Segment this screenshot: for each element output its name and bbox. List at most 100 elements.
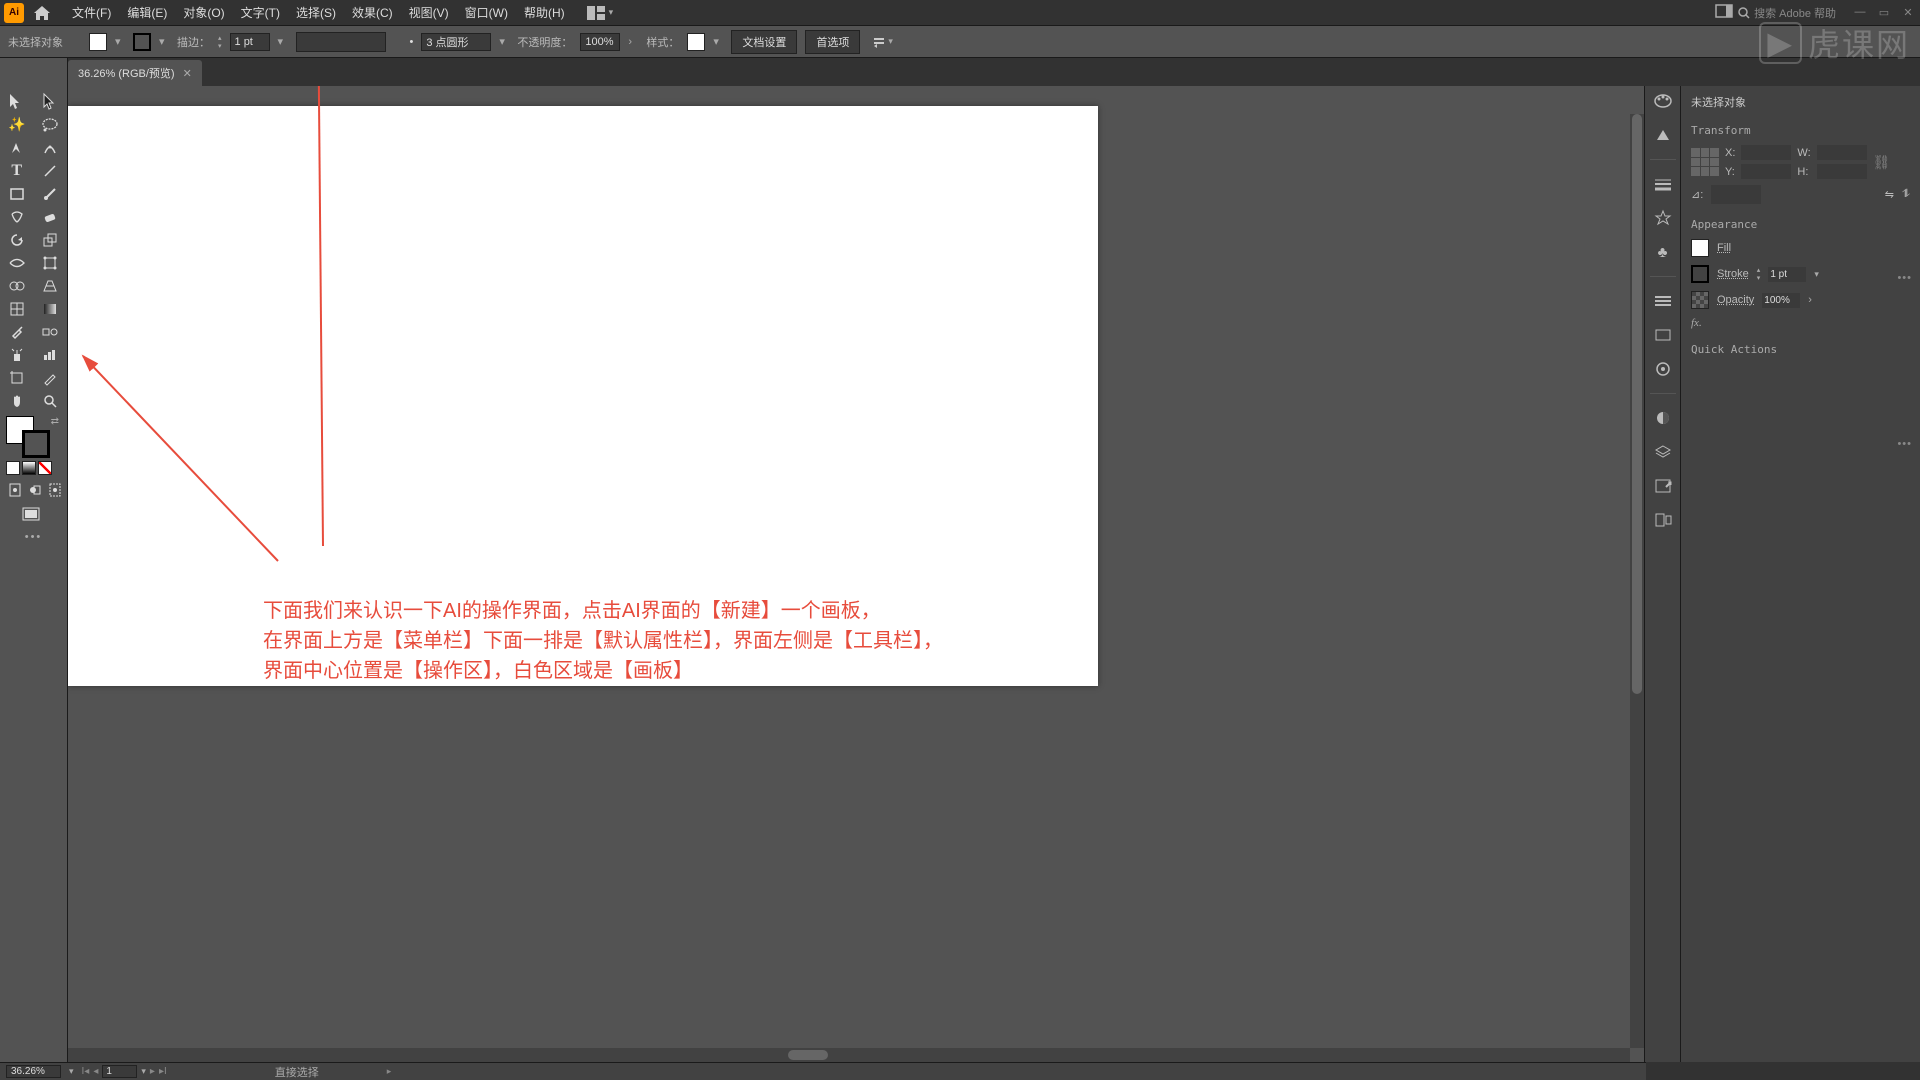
appearance-panel-icon[interactable] bbox=[1650, 356, 1676, 382]
flip-h-icon[interactable]: ⇋ bbox=[1885, 188, 1894, 201]
artboard-dropdown[interactable]: ▾ bbox=[141, 1066, 146, 1077]
maximize-button[interactable]: ▭ bbox=[1876, 6, 1892, 19]
style-dropdown[interactable]: ▾ bbox=[713, 35, 723, 48]
menu-edit[interactable]: 编辑(E) bbox=[119, 0, 175, 25]
draw-inside-icon[interactable] bbox=[49, 481, 61, 499]
stroke-input[interactable] bbox=[230, 33, 270, 51]
menu-type[interactable]: 文字(T) bbox=[233, 0, 288, 25]
stroke-dropdown[interactable]: ▾ bbox=[159, 35, 169, 48]
gradient-chip[interactable] bbox=[22, 461, 36, 475]
appearance-stroke-swatch[interactable] bbox=[1691, 265, 1709, 283]
search-help[interactable]: 搜索 Adobe 帮助 bbox=[1738, 5, 1836, 21]
color-chip[interactable] bbox=[6, 461, 20, 475]
artboard[interactable]: 下面我们来认识一下AI的操作界面，点击AI界面的【新建】一个画板， 在界面上方是… bbox=[68, 106, 1098, 686]
scrollbar-vertical[interactable] bbox=[1630, 114, 1644, 1048]
eyedropper-tool-icon[interactable] bbox=[3, 320, 31, 343]
prefs-button[interactable]: 首选项 bbox=[805, 30, 860, 54]
minimize-button[interactable]: — bbox=[1852, 6, 1868, 19]
artboard-tool-icon[interactable] bbox=[3, 366, 31, 389]
draw-normal-icon[interactable] bbox=[9, 481, 21, 499]
direct-selection-tool-icon[interactable] bbox=[37, 90, 65, 113]
w-input[interactable] bbox=[1817, 145, 1867, 160]
appearance-more-icon[interactable]: ••• bbox=[1897, 438, 1912, 450]
brush-dropdown[interactable]: ▾ bbox=[499, 35, 509, 48]
brushes-panel-icon[interactable]: ♣ bbox=[1650, 239, 1676, 265]
menu-object[interactable]: 对象(O) bbox=[175, 0, 232, 25]
slice-tool-icon[interactable] bbox=[37, 366, 65, 389]
nav-prev-icon[interactable]: ◂ bbox=[93, 1066, 98, 1077]
menu-window[interactable]: 窗口(W) bbox=[457, 0, 516, 25]
align-panel-icon[interactable] bbox=[1650, 288, 1676, 314]
scale-tool-icon[interactable] bbox=[37, 228, 65, 251]
status-expand-icon[interactable]: ▸ bbox=[387, 1066, 392, 1077]
y-input[interactable] bbox=[1741, 164, 1791, 179]
draw-behind-icon[interactable] bbox=[29, 481, 41, 499]
swatches-panel-icon[interactable] bbox=[1650, 122, 1676, 148]
free-transform-tool-icon[interactable] bbox=[37, 251, 65, 274]
eraser-tool-icon[interactable] bbox=[37, 205, 65, 228]
menu-select[interactable]: 选择(S) bbox=[288, 0, 344, 25]
stroke-unit-dropdown[interactable]: ▾ bbox=[278, 35, 288, 48]
flip-v-icon[interactable]: ⥮ bbox=[1902, 188, 1910, 201]
none-chip[interactable] bbox=[38, 461, 52, 475]
zoom-select[interactable] bbox=[6, 1065, 61, 1078]
appearance-stroke-input[interactable] bbox=[1768, 267, 1806, 282]
width-tool-icon[interactable] bbox=[3, 251, 31, 274]
asset-export-panel-icon[interactable] bbox=[1650, 473, 1676, 499]
zoom-dropdown[interactable]: ▾ bbox=[69, 1066, 74, 1077]
align-toggle-icon[interactable]: ▾ bbox=[872, 35, 893, 49]
canvas-area[interactable]: ➤ 下面我们来认识一下AI的操作界面，点击AI界面的【新建】一个画板， 在界面上… bbox=[68, 86, 1644, 1062]
selection-tool-icon[interactable] bbox=[3, 90, 31, 113]
lasso-tool-icon[interactable] bbox=[37, 113, 65, 136]
menu-effect[interactable]: 效果(C) bbox=[344, 0, 401, 25]
fill-dropdown[interactable]: ▾ bbox=[115, 35, 125, 48]
menu-view[interactable]: 视图(V) bbox=[401, 0, 457, 25]
appearance-opacity-expand[interactable]: › bbox=[1808, 294, 1812, 306]
rotate-tool-icon[interactable] bbox=[3, 228, 31, 251]
pen-tool-icon[interactable] bbox=[3, 136, 31, 159]
nav-next-icon[interactable]: ▸ bbox=[150, 1066, 155, 1077]
arrange-docs-icon[interactable]: ▾ bbox=[587, 6, 614, 20]
reference-point-grid[interactable] bbox=[1691, 148, 1719, 176]
curvature-tool-icon[interactable] bbox=[37, 136, 65, 159]
stroke-stepper[interactable]: ▴▾ bbox=[218, 34, 222, 50]
perspective-tool-icon[interactable] bbox=[37, 274, 65, 297]
angle-input[interactable] bbox=[1711, 185, 1761, 204]
menu-help[interactable]: 帮助(H) bbox=[516, 0, 573, 25]
zoom-tool-icon[interactable] bbox=[37, 389, 65, 412]
opacity-dropdown[interactable]: › bbox=[628, 36, 638, 48]
brush-tool-icon[interactable] bbox=[37, 182, 65, 205]
blend-tool-icon[interactable] bbox=[37, 320, 65, 343]
stroke-swatch[interactable] bbox=[133, 33, 151, 51]
nav-last-icon[interactable]: ▸I bbox=[159, 1066, 167, 1077]
edit-toolbar-icon[interactable]: ••• bbox=[0, 525, 67, 549]
close-button[interactable]: ✕ bbox=[1900, 6, 1916, 19]
hand-tool-icon[interactable] bbox=[3, 389, 31, 412]
layers-panel-icon[interactable] bbox=[1650, 439, 1676, 465]
artboard-number-input[interactable] bbox=[102, 1065, 137, 1078]
vrp-swatch[interactable] bbox=[296, 32, 386, 52]
stroke-panel-icon[interactable] bbox=[1650, 171, 1676, 197]
gradient-tool-icon[interactable] bbox=[37, 297, 65, 320]
appearance-opacity-input[interactable] bbox=[1762, 293, 1800, 308]
symbols-panel-icon[interactable] bbox=[1650, 205, 1676, 231]
mesh-tool-icon[interactable] bbox=[3, 297, 31, 320]
screen-mode-toggle-icon[interactable] bbox=[3, 502, 59, 525]
swap-fill-stroke-icon[interactable]: ⇄ bbox=[51, 416, 59, 427]
transform-more-icon[interactable]: ••• bbox=[1897, 272, 1912, 284]
shaper-tool-icon[interactable] bbox=[3, 205, 31, 228]
fx-label[interactable]: fx. bbox=[1691, 317, 1910, 329]
menu-file[interactable]: 文件(F) bbox=[64, 0, 119, 25]
magic-wand-tool-icon[interactable]: ✨ bbox=[3, 113, 31, 136]
home-icon[interactable] bbox=[30, 1, 54, 25]
link-wh-icon[interactable]: ⛓ bbox=[1873, 154, 1891, 171]
style-swatch[interactable] bbox=[687, 33, 705, 51]
scrollbar-horizontal[interactable] bbox=[68, 1048, 1630, 1062]
appearance-stroke-stepper[interactable]: ▴▾ bbox=[1757, 266, 1761, 282]
graph-tool-icon[interactable] bbox=[37, 343, 65, 366]
close-icon[interactable]: ✕ bbox=[183, 67, 192, 80]
screen-mode-icon[interactable] bbox=[1716, 5, 1732, 20]
transform-panel-icon[interactable] bbox=[1650, 322, 1676, 348]
appearance-stroke-dropdown[interactable]: ▾ bbox=[1814, 269, 1819, 280]
appearance-fill-swatch[interactable] bbox=[1691, 239, 1709, 257]
